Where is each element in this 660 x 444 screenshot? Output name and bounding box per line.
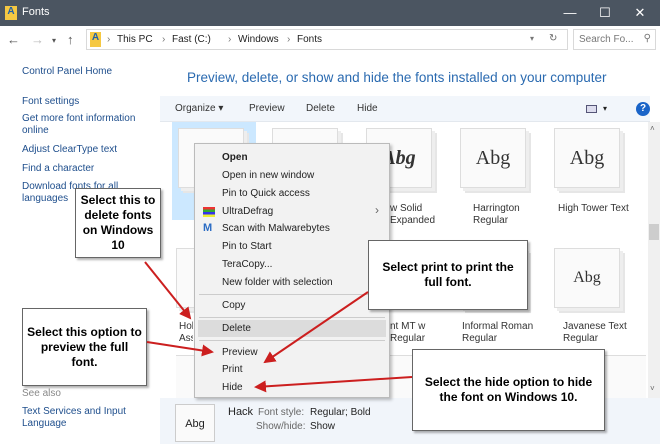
- arrow-to-preview: [146, 341, 214, 357]
- arrow-to-print: [263, 291, 369, 364]
- arrow-to-hide: [254, 376, 413, 393]
- annotation-arrows: [144, 261, 413, 393]
- arrow-to-delete: [144, 261, 192, 320]
